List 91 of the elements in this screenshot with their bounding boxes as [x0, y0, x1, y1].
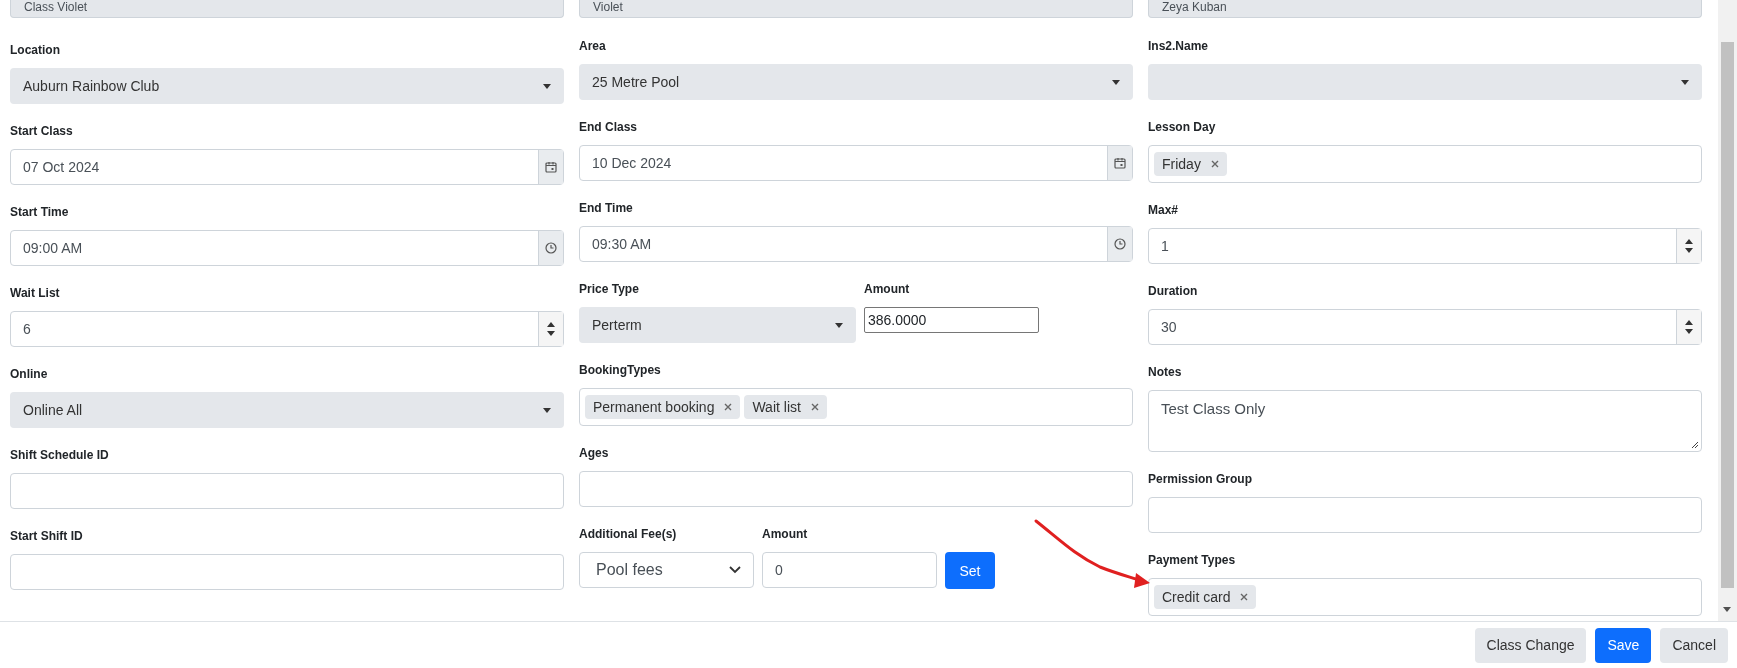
select-value: Online All	[23, 402, 83, 418]
select-field[interactable]: Online All	[10, 392, 564, 428]
select-value: Auburn Rainbow Club	[23, 78, 160, 94]
field-value: 07 Oct 2024	[23, 159, 101, 175]
input-field[interactable]: 09:00 AM	[10, 230, 564, 266]
field-label: End Class	[579, 120, 639, 136]
input-field[interactable]: 07 Oct 2024	[10, 149, 564, 185]
set-button[interactable]: Set	[945, 552, 995, 589]
close-icon[interactable]	[1210, 160, 1219, 168]
close-icon[interactable]	[810, 403, 819, 411]
fee-select[interactable]: Pool fees	[579, 552, 754, 588]
field-label: Wait List	[10, 286, 61, 302]
input-field[interactable]	[10, 554, 564, 590]
field-label: Ages	[579, 446, 610, 462]
select-field[interactable]: 25 Metre Pool	[579, 64, 1133, 100]
number-field[interactable]: 30	[1148, 309, 1702, 345]
select-value: 25 Metre Pool	[592, 74, 680, 90]
clock-icon[interactable]	[1114, 238, 1126, 250]
caret-icon	[835, 322, 843, 328]
field-value: 30	[1161, 319, 1178, 335]
field-label: Price Type	[579, 282, 640, 298]
field-label: Shift Schedule ID	[10, 448, 110, 464]
calendar-icon[interactable]	[545, 161, 557, 173]
field-label: Start Class	[10, 124, 74, 140]
tag-field[interactable]: Credit card	[1148, 578, 1702, 616]
clock-icon[interactable]	[545, 242, 557, 254]
input-field[interactable]: 0	[762, 552, 937, 588]
spinner-icon[interactable]	[1685, 319, 1693, 335]
field-label: Area	[579, 39, 607, 55]
footer-button[interactable]: Save	[1595, 627, 1652, 663]
field-value: 1	[1161, 238, 1170, 254]
input-field[interactable]: 09:30 AM	[579, 226, 1133, 262]
field-value: Test Class Only	[1161, 400, 1266, 417]
notes-field[interactable]: Test Class Only	[1148, 390, 1702, 452]
close-icon[interactable]	[1240, 593, 1249, 601]
footer-button[interactable]: Cancel	[1660, 627, 1728, 663]
chevron-down-icon	[729, 566, 741, 574]
field-label: Location	[10, 43, 61, 59]
caret-icon	[1681, 79, 1689, 85]
number-field[interactable]: 1	[1148, 228, 1702, 264]
caret-icon	[543, 407, 551, 413]
field-value: 10 Dec 2024	[592, 155, 673, 171]
field-label: Payment Types	[1148, 553, 1237, 569]
tag-chip[interactable]: Credit card	[1154, 585, 1257, 609]
field-label: Start Shift ID	[10, 529, 84, 545]
footer-button[interactable]: Class Change	[1474, 627, 1587, 663]
input-field[interactable]: 10 Dec 2024	[579, 145, 1133, 181]
field-label: Online	[10, 367, 49, 383]
resize-grip-icon[interactable]	[1691, 441, 1699, 449]
tag-field[interactable]: Permanent booking Wait list	[579, 388, 1133, 426]
scrollbar-thumb[interactable]	[1721, 42, 1734, 588]
input-field[interactable]	[1148, 497, 1702, 533]
spinner-icon[interactable]	[547, 321, 555, 337]
select-field[interactable]: Zeya Kuban	[1148, 0, 1702, 18]
select-value: Pool fees	[596, 561, 663, 579]
input-field[interactable]	[10, 473, 564, 509]
scroll-down-icon[interactable]	[1723, 607, 1731, 612]
calendar-icon[interactable]	[1114, 157, 1126, 169]
select-value: Perterm	[592, 317, 642, 333]
field-label: Amount	[864, 282, 911, 298]
tag-chip[interactable]: Permanent booking	[585, 395, 741, 419]
field-label: Ins2.Name	[1148, 39, 1210, 55]
field-value: 6	[23, 321, 32, 337]
field-label: BookingTypes	[579, 363, 662, 379]
select-field[interactable]: Perterm	[579, 307, 856, 343]
field-label: Amount	[762, 527, 809, 543]
field-label: Notes	[1148, 365, 1183, 381]
select-field[interactable]: Violet	[579, 0, 1133, 18]
scrollbar[interactable]	[1718, 0, 1737, 621]
select-field[interactable]: Class Violet	[10, 0, 564, 18]
input-field[interactable]	[579, 471, 1133, 507]
field-label: Additional Fee(s)	[579, 527, 678, 543]
field-label: Duration	[1148, 284, 1199, 300]
field-label: Start Time	[10, 205, 70, 221]
number-field[interactable]: 6	[10, 311, 564, 347]
field-label: Permission Group	[1148, 472, 1254, 488]
field-value: 09:30 AM	[592, 236, 653, 252]
close-icon[interactable]	[724, 403, 733, 411]
select-field[interactable]: Auburn Rainbow Club	[10, 68, 564, 104]
select-field[interactable]	[1148, 64, 1702, 100]
spinner-icon[interactable]	[1685, 238, 1693, 254]
field-label: End Time	[579, 201, 634, 217]
tag-field[interactable]: Friday	[1148, 145, 1702, 183]
caret-icon	[1112, 79, 1120, 85]
amount-field[interactable]: 386.0000	[864, 307, 1039, 333]
field-label: Lesson Day	[1148, 120, 1217, 136]
tag-chip[interactable]: Friday	[1154, 152, 1227, 176]
field-label: Max#	[1148, 203, 1180, 219]
caret-icon	[543, 83, 551, 89]
field-value: 09:00 AM	[23, 240, 84, 256]
tag-chip[interactable]: Wait list	[744, 395, 827, 419]
